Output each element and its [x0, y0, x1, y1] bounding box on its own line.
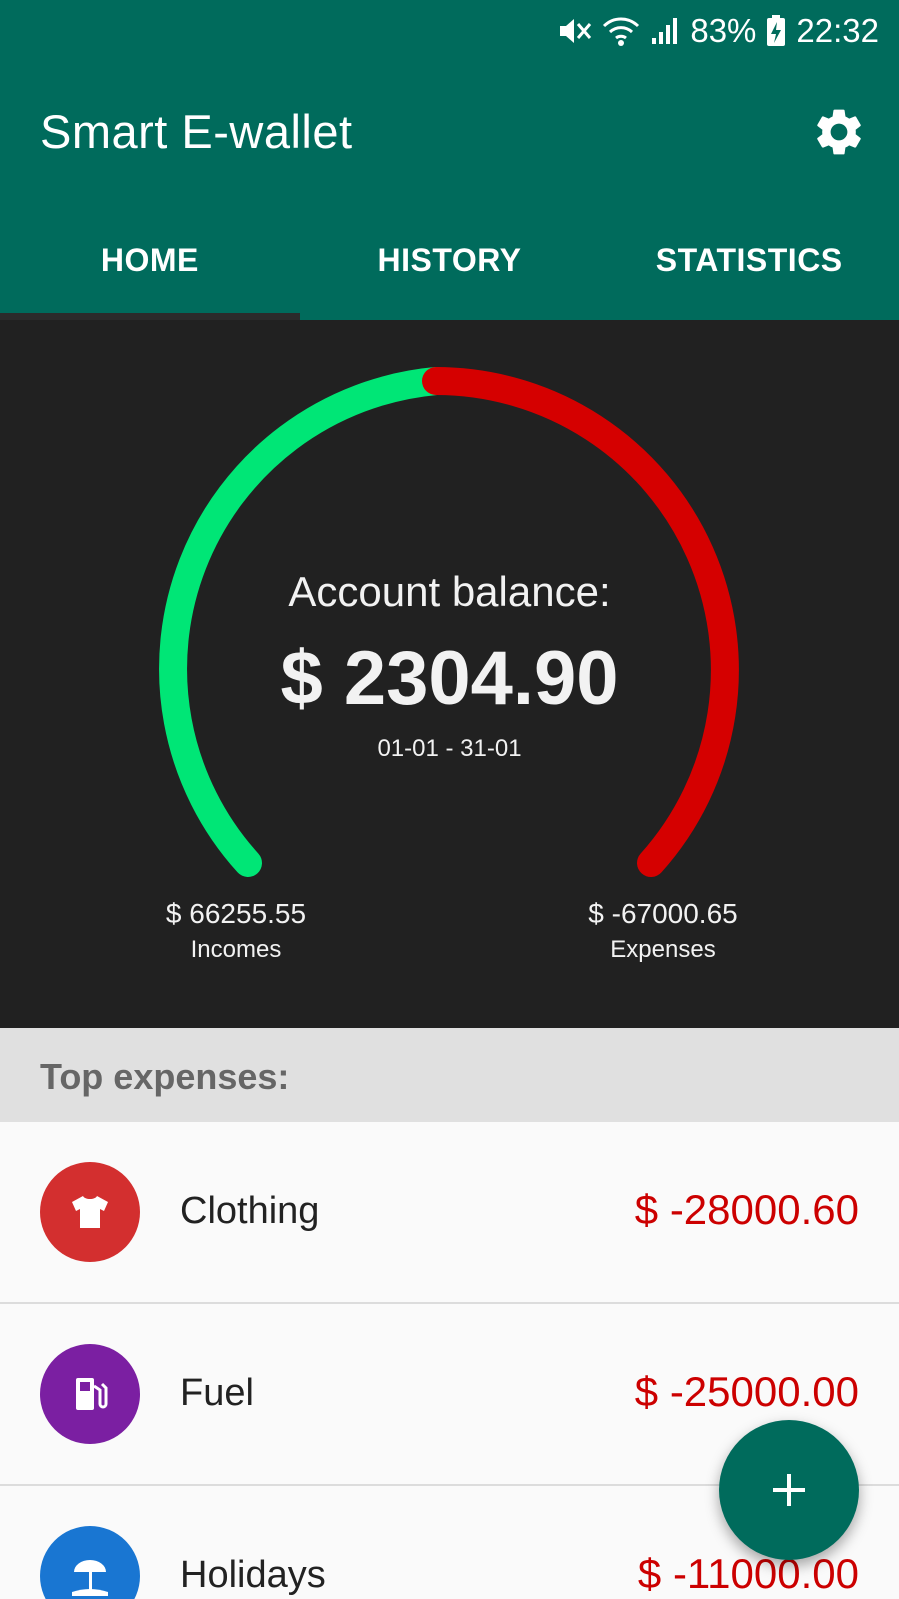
category-badge — [40, 1162, 140, 1262]
balance-summary: Account balance: $ 2304.90 01-01 - 31-01… — [0, 320, 899, 1028]
expenses-stat: $ -67000.65 Expenses — [533, 898, 793, 964]
tab-statistics[interactable]: STATISTICS — [599, 228, 899, 320]
tshirt-icon — [72, 1196, 108, 1228]
category-amount: $ -25000.00 — [634, 1368, 859, 1415]
list-item[interactable]: Clothing $ -28000.60 — [0, 1122, 899, 1304]
signal-icon — [650, 16, 680, 46]
active-tab-indicator — [0, 313, 300, 320]
incomes-value: $ 66255.55 — [165, 898, 307, 929]
top-expenses-heading: Top expenses: — [40, 1056, 290, 1097]
gear-icon — [817, 109, 861, 155]
incomes-label: Incomes — [190, 936, 282, 963]
fuel-pump-icon — [76, 1378, 108, 1410]
top-expenses-header: Top expenses: — [0, 1028, 899, 1122]
plus-icon — [773, 1474, 805, 1506]
app-bar: 83% 22:32 Smart E-wallet HOME HISTORY ST… — [0, 0, 899, 320]
tab-home[interactable]: HOME — [0, 228, 300, 320]
category-badge — [40, 1526, 140, 1599]
expenses-label: Expenses — [610, 936, 716, 963]
wifi-icon — [602, 16, 640, 46]
battery-charging-icon — [766, 15, 786, 47]
balance-label: Account balance: — [288, 568, 611, 615]
expenses-value: $ -67000.65 — [588, 898, 738, 929]
status-bar: 83% 22:32 — [0, 0, 899, 64]
add-transaction-button[interactable] — [719, 1420, 859, 1560]
income-arc — [159, 367, 450, 877]
battery-percent: 83% — [690, 12, 757, 49]
category-badge — [40, 1344, 140, 1444]
category-amount: $ -28000.60 — [634, 1186, 859, 1233]
app-title: Smart E-wallet — [40, 105, 353, 158]
category-name: Holidays — [180, 1554, 326, 1596]
category-amount: $ -11000.00 — [637, 1550, 859, 1597]
date-range: 01-01 - 31-01 — [377, 735, 522, 762]
tab-bar: HOME HISTORY STATISTICS — [0, 228, 899, 320]
category-name: Clothing — [180, 1190, 320, 1232]
tab-history[interactable]: HISTORY — [300, 228, 600, 320]
expense-arc — [422, 367, 739, 877]
incomes-stat: $ 66255.55 Incomes — [106, 898, 366, 964]
category-name: Fuel — [180, 1372, 254, 1414]
clock: 22:32 — [796, 12, 879, 49]
mute-icon — [558, 16, 592, 46]
beach-umbrella-icon — [72, 1560, 108, 1596]
balance-value: $ 2304.90 — [280, 636, 619, 721]
settings-button[interactable] — [811, 104, 867, 160]
